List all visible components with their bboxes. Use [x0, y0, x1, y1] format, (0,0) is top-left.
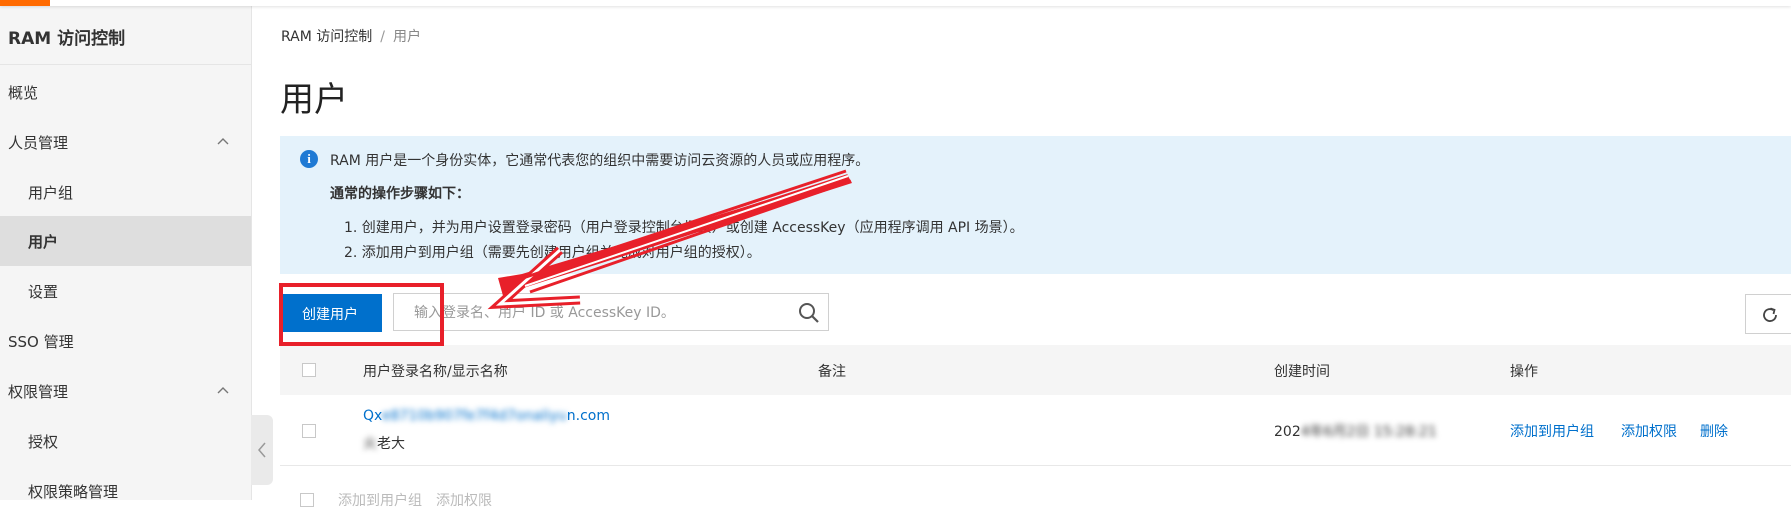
breadcrumb-root[interactable]: RAM 访问控制 — [281, 29, 372, 45]
created-time-redacted: 4年6月2日 15:28:21 — [1300, 424, 1437, 440]
batch-add-to-group[interactable]: 添加到用户组 — [338, 493, 422, 509]
sidebar-item-label: 设置 — [28, 283, 59, 301]
login-name-prefix: Qx — [363, 408, 382, 424]
breadcrumb-separator: / — [380, 29, 385, 45]
sidebar-item-settings[interactable]: 设置 — [0, 266, 251, 316]
batch-add-permission[interactable]: 添加权限 — [436, 493, 492, 509]
user-created-time: 2024年6月2日 15:28:21 — [1274, 421, 1437, 441]
chevron-left-icon — [258, 442, 266, 458]
sidebar-item-label: 用户组 — [28, 184, 74, 202]
chevron-up-icon — [217, 138, 229, 145]
search-icon[interactable] — [798, 302, 820, 324]
info-steps-title: 通常的操作步骤如下： — [330, 186, 470, 202]
sidebar-item-label: 授权 — [28, 433, 59, 451]
created-time-prefix: 202 — [1274, 424, 1301, 440]
sidebar-item-label: 概览 — [8, 84, 39, 102]
chevron-up-icon — [217, 387, 229, 394]
login-name-redacted: e8710b907fe7f4d7onaliyu — [381, 408, 567, 424]
search-input[interactable] — [412, 302, 776, 324]
batch-checkbox[interactable] — [300, 493, 314, 507]
user-display-name: 火老大 — [363, 433, 405, 453]
add-permission-link[interactable]: 添加权限 — [1621, 421, 1677, 441]
sidebar-item-users[interactable]: 用户 — [0, 216, 251, 266]
table-row: Qxe8710b907fe7f4d7onaliyun.com 火老大 2024年… — [280, 395, 1791, 466]
display-name-suffix: 老大 — [377, 436, 405, 452]
brand-strip — [0, 0, 50, 6]
refresh-icon — [1763, 307, 1777, 322]
breadcrumb: RAM 访问控制 / 用户 — [281, 26, 421, 46]
add-to-group-link[interactable]: 添加到用户组 — [1510, 421, 1594, 441]
sidebar-item-label: 权限策略管理 — [28, 483, 119, 501]
sidebar-item-identities[interactable]: 人员管理 — [0, 117, 251, 167]
user-login-name-link[interactable]: Qxe8710b907fe7f4d7onaliyun.com — [363, 408, 610, 424]
info-step-1: 1. 创建用户，并为用户设置登录密码（用户登录控制台场景）或创建 AccessK… — [344, 220, 1024, 236]
page-title: 用户 — [280, 80, 348, 120]
refresh-button[interactable] — [1745, 294, 1791, 334]
info-icon: i — [300, 150, 318, 168]
info-banner: i RAM 用户是一个身份实体，它通常代表您的组织中需要访问云资源的人员或应用程… — [280, 136, 1791, 274]
column-header-actions: 操作 — [1510, 364, 1538, 380]
info-step-2: 2. 添加用户到用户组（需要先创建用户组并完成对用户组的授权）。 — [344, 245, 761, 261]
delete-user-link[interactable]: 删除 — [1700, 421, 1728, 441]
sidebar-divider — [0, 64, 251, 65]
column-header-name: 用户登录名称/显示名称 — [363, 364, 508, 380]
login-name-suffix: n.com — [566, 408, 610, 424]
column-header-created: 创建时间 — [1274, 364, 1330, 380]
sidebar-item-label: 人员管理 — [8, 134, 69, 152]
sidebar-item-sso[interactable]: SSO 管理 — [0, 316, 251, 366]
sidebar-collapse-button[interactable] — [251, 415, 273, 485]
breadcrumb-current: 用户 — [393, 29, 421, 45]
display-name-redacted: 火 — [363, 436, 377, 452]
sidebar-item-policies[interactable]: 权限策略管理 — [0, 466, 251, 516]
select-all-checkbox[interactable] — [302, 363, 316, 377]
sidebar-title: RAM 访问控制 — [8, 29, 126, 49]
sidebar-item-grants[interactable]: 授权 — [0, 416, 251, 466]
table-header: 用户登录名称/显示名称 备注 创建时间 操作 — [280, 345, 1791, 395]
search-box — [393, 293, 829, 331]
batch-actions: 添加到用户组 添加权限 — [280, 490, 492, 510]
top-bar — [0, 0, 1791, 6]
row-checkbox[interactable] — [302, 424, 316, 438]
annotation-highlight-box — [279, 283, 444, 346]
sidebar-item-label: 用户 — [28, 233, 59, 251]
column-header-note: 备注 — [818, 364, 846, 380]
sidebar-item-permissions[interactable]: 权限管理 — [0, 366, 251, 416]
sidebar-item-label: SSO 管理 — [8, 333, 74, 351]
sidebar-item-user-groups[interactable]: 用户组 — [0, 167, 251, 217]
sidebar-item-label: 权限管理 — [8, 383, 69, 401]
info-intro: RAM 用户是一个身份实体，它通常代表您的组织中需要访问云资源的人员或应用程序。 — [330, 153, 870, 169]
sidebar-item-overview[interactable]: 概览 — [0, 67, 251, 117]
sidebar: RAM 访问控制 概览 人员管理 用户组 用户 设置 SSO 管理 权限管理 授… — [0, 0, 252, 501]
